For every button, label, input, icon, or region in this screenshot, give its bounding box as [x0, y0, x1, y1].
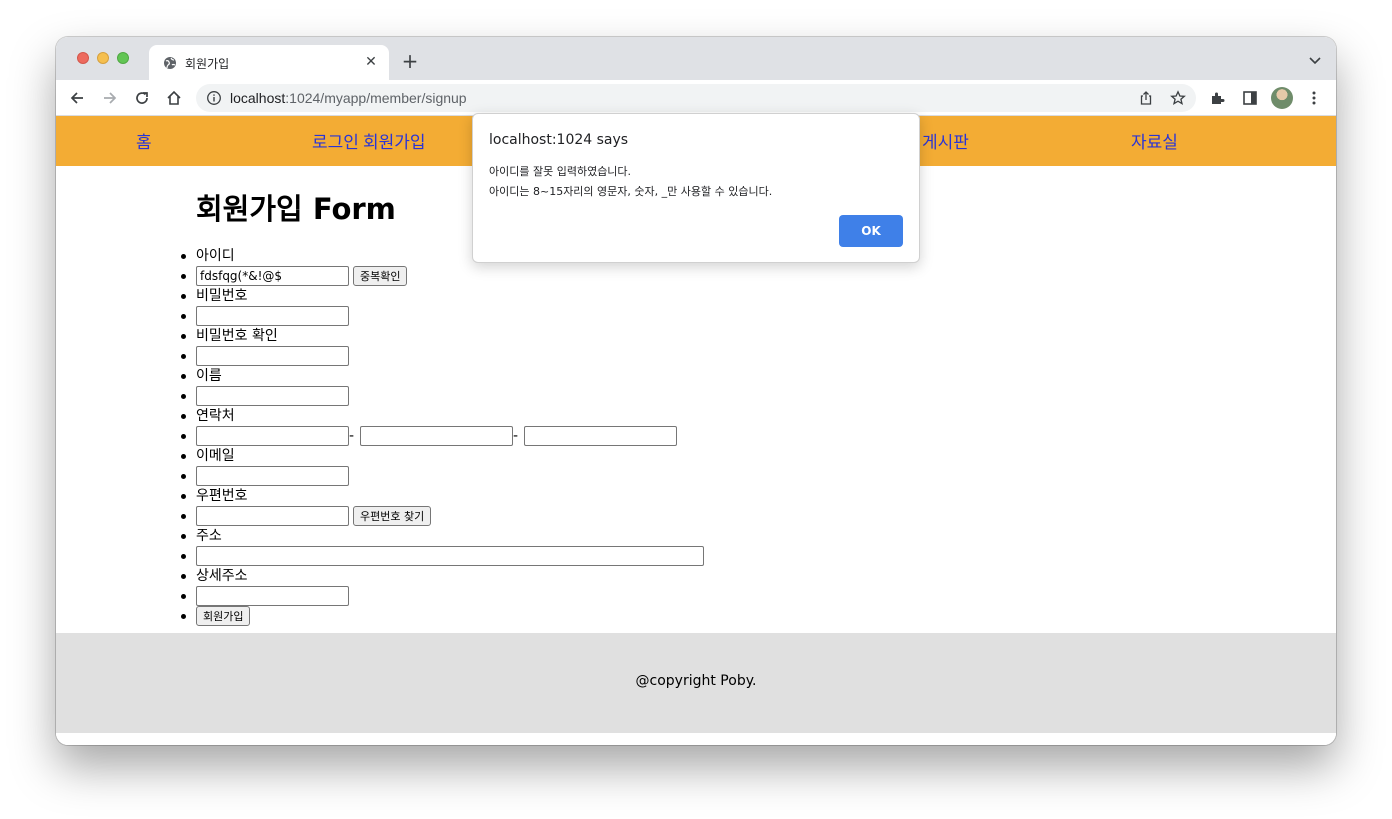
close-window-button[interactable]: [77, 52, 89, 64]
phone-part1-input[interactable]: [196, 426, 349, 446]
phone-part2-input[interactable]: [360, 426, 513, 446]
duplicate-check-button[interactable]: 중복확인: [353, 266, 408, 286]
minimize-window-button[interactable]: [97, 52, 109, 64]
password-label: 비밀번호: [181, 286, 704, 306]
chevron-down-icon[interactable]: [1308, 53, 1322, 67]
new-tab-icon[interactable]: +: [400, 51, 420, 71]
id-row: 중복확인: [181, 266, 704, 286]
submit-row: 회원가입: [181, 606, 704, 626]
dialog-message-line: 아이디를 잘못 입력하였습니다.: [489, 165, 632, 178]
phone-row: --: [181, 426, 704, 446]
password-confirm-label: 비밀번호 확인: [181, 326, 704, 346]
nav-board-link[interactable]: 게시판: [922, 128, 969, 153]
nav-login-link[interactable]: 로그인: [312, 128, 359, 153]
url-path: :1024/myapp/member/signup: [285, 90, 467, 106]
address-label: 주소: [181, 526, 704, 546]
forward-arrow-icon[interactable]: [101, 89, 119, 107]
reload-icon[interactable]: [133, 89, 151, 107]
extensions-puzzle-icon[interactable]: [1209, 89, 1227, 107]
url-text: localhost:1024/myapp/member/signup: [230, 90, 467, 106]
kebab-menu-icon[interactable]: [1305, 89, 1323, 107]
globe-icon: [164, 57, 176, 69]
tab-title: 회원가입: [185, 57, 230, 71]
password-input[interactable]: [196, 306, 349, 326]
browser-window: 회원가입 ✕ + localhost:1024/myapp/member/sig…: [56, 37, 1336, 745]
zip-label: 우편번호: [181, 486, 704, 506]
email-input[interactable]: [196, 466, 349, 486]
password-confirm-row: [181, 346, 704, 366]
dialog-message: 아이디를 잘못 입력하였습니다. 아이디는 8~15자리의 영문자, 숫자, _…: [489, 162, 772, 202]
zip-input[interactable]: [196, 506, 349, 526]
phone-separator: -: [349, 428, 355, 444]
info-icon[interactable]: [206, 90, 222, 106]
url-host: localhost: [230, 90, 286, 106]
dialog-ok-button[interactable]: OK: [839, 215, 903, 247]
tab-signup[interactable]: 회원가입 ✕: [149, 45, 389, 80]
detail-address-label: 상세주소: [181, 566, 704, 586]
copyright-text: @copyright Poby.: [635, 673, 757, 689]
zip-row: 우편번호 찾기: [181, 506, 704, 526]
star-icon[interactable]: [1170, 90, 1186, 106]
email-label: 이메일: [181, 446, 704, 466]
password-row: [181, 306, 704, 326]
address-input[interactable]: [196, 546, 704, 566]
find-zip-button[interactable]: 우편번호 찾기: [353, 506, 432, 526]
alert-dialog: localhost:1024 says 아이디를 잘못 입력하였습니다. 아이디…: [472, 113, 920, 263]
name-input[interactable]: [196, 386, 349, 406]
phone-label: 연락처: [181, 406, 704, 426]
share-icon[interactable]: [1138, 90, 1154, 106]
side-panel-icon[interactable]: [1241, 89, 1259, 107]
signup-submit-button[interactable]: 회원가입: [196, 606, 251, 626]
nav-archive-link[interactable]: 자료실: [1131, 128, 1178, 153]
dialog-message-line: 아이디는 8~15자리의 영문자, 숫자, _만 사용할 수 있습니다.: [489, 185, 773, 198]
detail-address-row: [181, 586, 704, 606]
back-arrow-icon[interactable]: [68, 89, 86, 107]
nav-home-link[interactable]: 홈: [136, 128, 152, 153]
phone-separator: -: [513, 428, 519, 444]
phone-part3-input[interactable]: [524, 426, 677, 446]
password-confirm-input[interactable]: [196, 346, 349, 366]
maximize-window-button[interactable]: [117, 52, 129, 64]
page-title: 회원가입 Form: [196, 192, 396, 226]
home-icon[interactable]: [165, 89, 183, 107]
id-input[interactable]: [196, 266, 349, 286]
address-bar[interactable]: localhost:1024/myapp/member/signup: [196, 84, 1196, 112]
name-label: 이름: [181, 366, 704, 386]
browser-toolbar: localhost:1024/myapp/member/signup: [56, 80, 1336, 116]
close-tab-icon[interactable]: ✕: [363, 54, 379, 70]
dialog-title: localhost:1024 says: [489, 132, 629, 148]
address-row: [181, 546, 704, 566]
signup-form: 아이디 중복확인 비밀번호 비밀번호 확인 이름 연락처 -- 이메일 우편번호…: [181, 246, 704, 626]
footer: @copyright Poby.: [56, 633, 1336, 733]
name-row: [181, 386, 704, 406]
detail-address-input[interactable]: [196, 586, 349, 606]
email-row: [181, 466, 704, 486]
nav-signup-link[interactable]: 회원가입: [363, 128, 426, 153]
profile-avatar[interactable]: [1271, 87, 1293, 109]
tab-strip: 회원가입 ✕ +: [56, 37, 1336, 80]
